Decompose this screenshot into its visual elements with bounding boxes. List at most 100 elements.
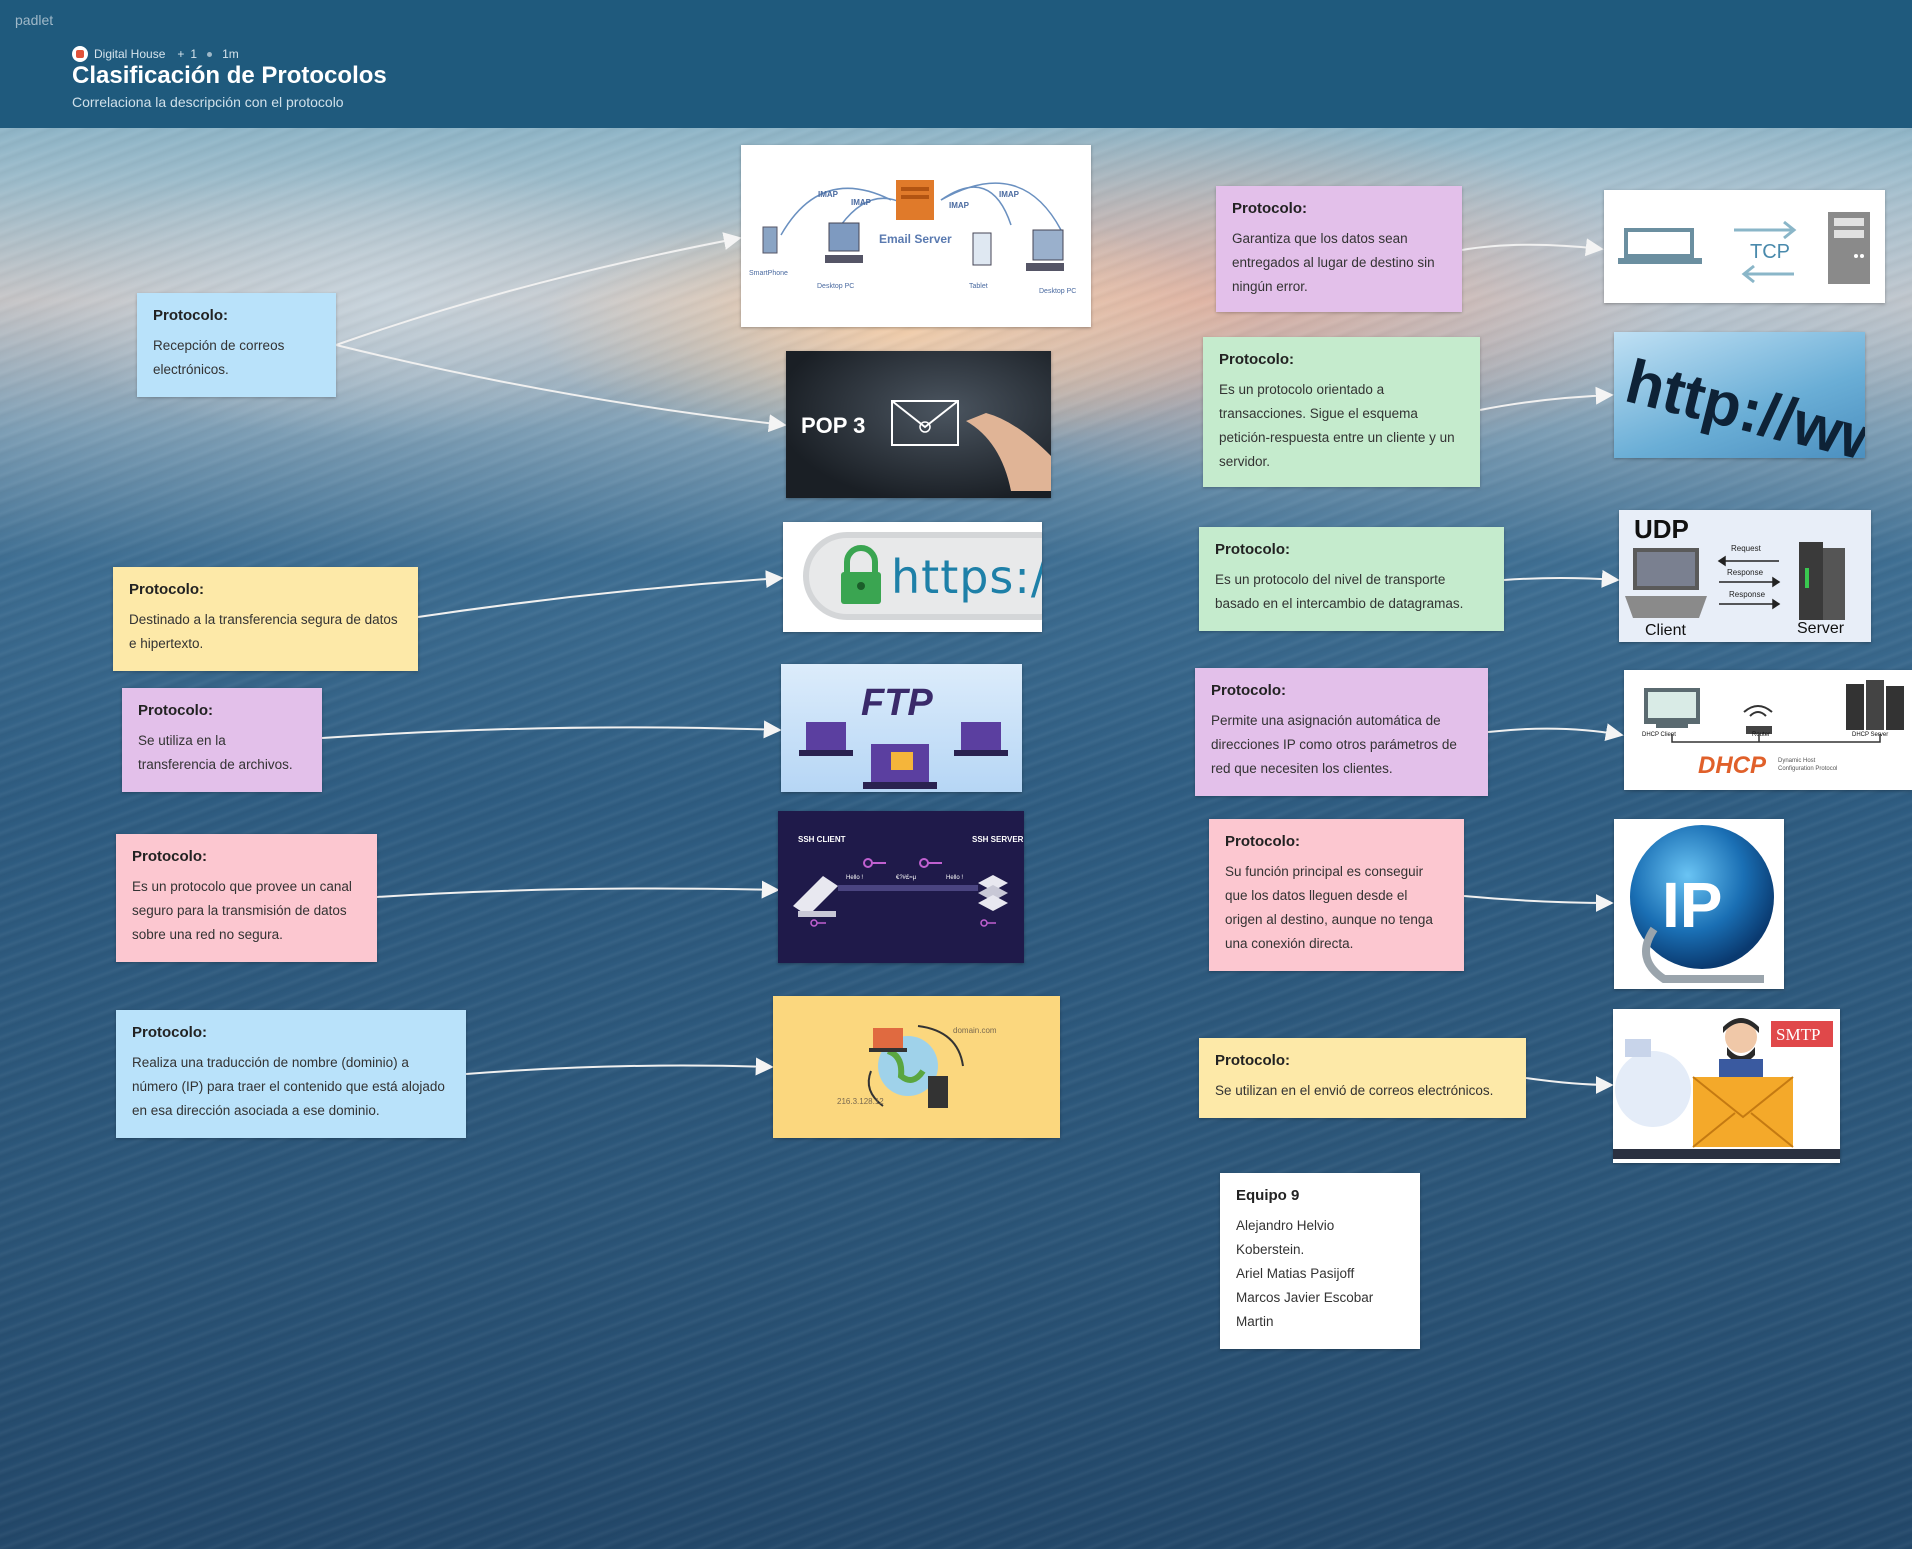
card-body: Recepción de correos electrónicos. [153,338,285,377]
card-body: Realiza una traducción de nombre (domini… [132,1055,445,1118]
server-icon [896,180,934,220]
arrow-tcp[interactable] [1461,238,1604,257]
laptop-icon [863,744,937,789]
image-http[interactable]: http://ww [1614,332,1865,458]
arrow-http[interactable] [1479,386,1614,411]
imap-illustration: IMAP IMAP IMAP IMAP Email Server SmartPh… [749,180,1076,295]
image-pop3[interactable]: POP 3 [786,351,1051,498]
card-smtp-description[interactable]: Protocolo: Se utilizan en el envió de co… [1199,1038,1526,1118]
card-title: Protocolo: [1232,200,1307,217]
card-team[interactable]: Equipo 9 Alejandro Helvio Koberstein. Ar… [1220,1173,1420,1349]
smtp-label: SMTP [1776,1025,1820,1044]
card-ip-description[interactable]: Protocolo: Su función principal es conse… [1209,819,1464,971]
card-dhcp-description[interactable]: Protocolo: Permite una asignación automá… [1195,668,1488,796]
arrow-smtp[interactable] [1525,1075,1614,1094]
card-body: Es un protocolo que provee un canal segu… [132,879,352,942]
card-body: Permite una asignación automática de dir… [1211,713,1457,776]
dhcp-label: DHCP [1698,752,1767,779]
card-imap-description[interactable]: Protocolo: Recepción de correos electrón… [137,293,336,397]
team-member: Ariel Matias Pasijoff [1236,1266,1355,1281]
laptop-icon [793,876,838,917]
arrow-dhcp[interactable] [1487,723,1624,742]
imap-label: IMAP [949,201,970,210]
card-title: Protocolo: [1219,351,1294,368]
card-title: Protocolo: [1225,833,1300,850]
imap-label: IMAP [818,190,839,199]
device-label: Desktop PC [1039,288,1076,295]
device-label: Desktop PC [817,283,854,290]
router-icon [1743,705,1773,734]
email-server-label: Email Server [879,232,952,246]
monitor-icon [1644,688,1700,728]
response-label: Response [1727,568,1764,577]
arrow-ip[interactable] [1463,893,1614,912]
card-title: Protocolo: [153,307,228,324]
image-https[interactable]: https:// [783,522,1042,632]
card-body: Es un protocolo del nivel de transporte … [1215,572,1464,611]
tablet-icon [972,232,992,266]
image-dns[interactable]: domain.com 216.3.128.12 [773,996,1060,1138]
card-ftp-description[interactable]: Protocolo: Se utiliza en la transferenci… [122,688,322,792]
domain-label: domain.com [953,1026,997,1035]
arrow-https[interactable] [417,570,784,618]
arrow-pop3[interactable] [335,344,787,433]
image-tcp[interactable]: TCP [1604,190,1885,303]
hello-label: Hello ! [946,875,963,881]
card-body: Garantiza que los datos sean entregados … [1232,231,1435,294]
image-dhcp[interactable]: DHCP Client Router DHCP Server DHCP Dyna… [1624,670,1912,790]
ftp-illustration [799,722,1008,789]
desktop-pc-icon [825,222,863,263]
imap-label: IMAP [999,190,1020,199]
mailbox-icon [1625,1039,1651,1057]
team-member: Alejandro Helvio Koberstein. [1236,1218,1335,1257]
image-udp[interactable]: UDP Request Response Response Client Ser… [1619,510,1871,642]
arrow-udp[interactable] [1503,569,1620,588]
card-ssh-description[interactable]: Protocolo: Es un protocolo que provee un… [116,834,377,962]
arrow-imap[interactable] [335,232,742,346]
card-https-description[interactable]: Protocolo: Destinado a la transferencia … [113,567,418,671]
smartphone-icon [762,226,778,254]
image-imap-diagram[interactable]: IMAP IMAP IMAP IMAP Email Server SmartPh… [741,145,1091,327]
laptop-icon [799,722,853,756]
laptop-icon [869,1028,907,1052]
card-udp-description[interactable]: Protocolo: Es un protocolo del nivel de … [1199,527,1504,631]
http-label: http://ww [1619,346,1865,458]
key-icon [980,919,996,927]
laptop-icon [1625,548,1707,618]
lock-icon [841,545,881,604]
image-ssh[interactable]: SSH CLIENT SSH SERVER Hello ! €?#£≈µ Hel… [778,811,1024,963]
device-label: SmartPhone [749,270,788,277]
server-stack-icon [978,875,1008,911]
laptop-icon [954,722,1008,756]
arrow-ftp[interactable] [321,720,782,739]
key-icon [863,858,886,868]
arrow-dns[interactable] [465,1057,774,1076]
image-smtp[interactable]: SMTP [1613,1009,1840,1163]
team-member: Marcos Javier Escobar Martin [1236,1290,1374,1329]
image-ip[interactable]: IP [1614,819,1784,989]
router-label: Router [1752,732,1770,738]
ip-address-label: 216.3.128.12 [837,1097,884,1106]
card-title: Protocolo: [1215,1052,1290,1069]
team-members: Alejandro Helvio Koberstein. Ariel Matia… [1236,1214,1404,1334]
server-icon [928,1076,948,1108]
ip-illustration: IP [1630,825,1774,983]
device-label: Tablet [969,283,988,290]
hand-icon [966,413,1051,491]
card-http-description[interactable]: Protocolo: Es un protocolo orientado a t… [1203,337,1480,487]
dhcp-desc: Configuration Protocol [1778,766,1837,772]
key-icon [810,919,826,927]
smtp-illustration: SMTP [1613,1018,1840,1159]
encrypted-label: €?#£≈µ [896,875,917,881]
card-dns-description[interactable]: Protocolo: Realiza una traducción de nom… [116,1010,466,1138]
card-title: Protocolo: [1211,682,1286,699]
card-body: Su función principal es conseguir que lo… [1225,864,1433,951]
key-icon [919,858,942,868]
card-tcp-description[interactable]: Protocolo: Garantiza que los datos sean … [1216,186,1462,312]
arrow-ssh[interactable] [376,880,780,899]
envelope-icon [891,400,1051,491]
server-label: Server [1797,620,1845,637]
desktop-pc-icon [1026,229,1064,271]
server-icon [1828,212,1870,284]
image-ftp[interactable]: FTP [781,664,1022,792]
